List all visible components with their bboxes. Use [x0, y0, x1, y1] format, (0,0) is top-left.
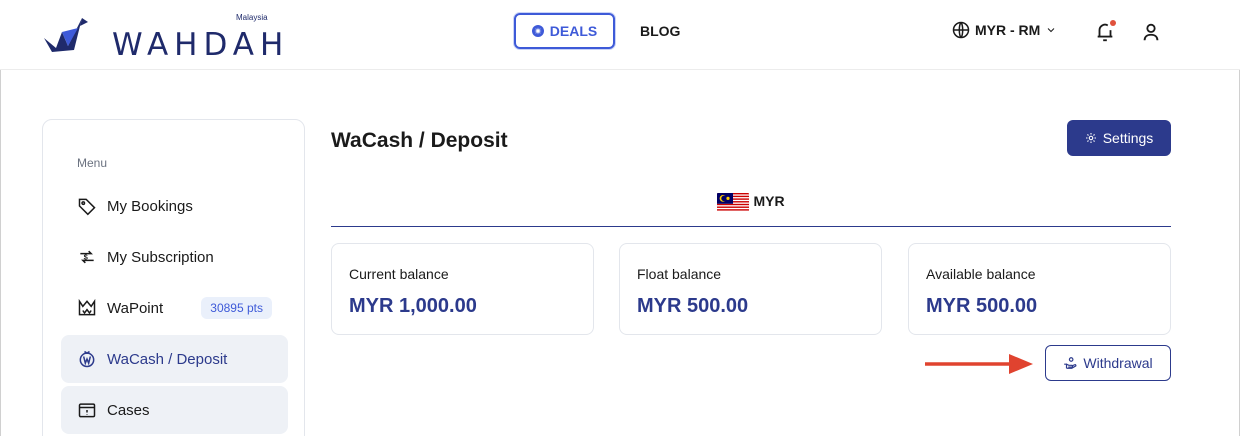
- current-balance-card: Current balance MYR 1,000.00: [331, 243, 594, 335]
- tag-icon: [78, 198, 96, 216]
- subscription-icon: $: [80, 250, 94, 264]
- sidebar-item-label: WaPoint: [107, 299, 164, 317]
- sidebar-item-label: My Bookings: [107, 197, 193, 215]
- float-balance-value: MYR 500.00: [637, 295, 749, 317]
- brand-name: WAHDAH: [112, 27, 290, 63]
- wacash-icon: [79, 350, 95, 368]
- sidebar-item-my-bookings[interactable]: My Bookings: [61, 182, 288, 230]
- crown-icon: [78, 298, 96, 316]
- user-icon: [1143, 23, 1159, 41]
- available-balance-label: Available balance: [926, 266, 1036, 282]
- chevron-down-icon: [1047, 28, 1055, 33]
- nav-deals-button[interactable]: DEALS: [514, 13, 615, 49]
- sidebar-item-wacash-deposit[interactable]: WaCash / Deposit: [61, 335, 288, 383]
- top-header: WAHDAH Malaysia DEALS BLOG MYR - RM: [0, 0, 1240, 70]
- hand-money-icon: [1064, 357, 1077, 369]
- gear-icon: [1085, 133, 1096, 143]
- currency-selector-label: MYR - RM: [975, 22, 1041, 38]
- sidebar-menu-title: Menu: [77, 156, 108, 170]
- available-balance-value: MYR 500.00: [926, 295, 1038, 317]
- page-title: WaCash / Deposit: [331, 129, 508, 152]
- nav-blog-link[interactable]: BLOG: [640, 23, 680, 39]
- sidebar-item-label: WaCash / Deposit: [107, 350, 228, 368]
- crane-logo-icon: [44, 18, 88, 52]
- withdrawal-button[interactable]: Withdrawal: [1045, 345, 1171, 381]
- withdrawal-button-label: Withdrawal: [1083, 355, 1153, 371]
- settings-button-label: Settings: [1102, 130, 1154, 146]
- sidebar-item-my-subscription[interactable]: $ My Subscription: [61, 233, 288, 281]
- account-sidebar: Menu My Bookings $ My Subscription WaPoi…: [42, 119, 305, 436]
- settings-button[interactable]: Settings: [1067, 120, 1171, 156]
- currency-tab-label: MYR: [753, 193, 785, 209]
- nav-deals-label: DEALS: [549, 23, 598, 39]
- current-balance-value: MYR 1,000.00: [349, 295, 477, 317]
- wapoint-points-badge: 30895 pts: [201, 297, 272, 319]
- wahdah-logo[interactable]: WAHDAH Malaysia: [42, 12, 287, 63]
- notification-badge: [1110, 20, 1116, 26]
- malaysia-flag-icon: [717, 193, 750, 212]
- cases-icon: [78, 403, 96, 418]
- float-balance-card: Float balance MYR 500.00: [619, 243, 882, 335]
- float-balance-label: Float balance: [637, 266, 722, 282]
- currency-tab-myr[interactable]: MYR: [331, 193, 1171, 227]
- arrow-right-icon: [925, 354, 1033, 374]
- sidebar-item-cases[interactable]: Cases: [61, 386, 288, 434]
- globe-icon: [952, 21, 970, 39]
- sidebar-item-wapoint[interactable]: WaPoint 30895 pts: [61, 284, 288, 332]
- sidebar-item-label: My Subscription: [107, 248, 214, 266]
- deals-icon: [531, 25, 544, 37]
- notification-button[interactable]: [1094, 20, 1116, 44]
- user-account-button[interactable]: [1140, 20, 1162, 44]
- available-balance-card: Available balance MYR 500.00: [908, 243, 1171, 335]
- brand-country: Malaysia: [236, 13, 268, 22]
- currency-selector[interactable]: MYR - RM: [952, 21, 1057, 39]
- current-balance-label: Current balance: [349, 266, 449, 282]
- sidebar-item-label: Cases: [107, 401, 150, 419]
